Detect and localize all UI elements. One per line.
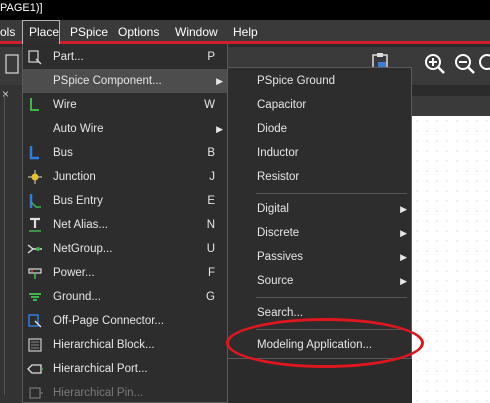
wire-icon — [30, 98, 39, 111]
submenu-item-passives[interactable]: Passives ▶ — [228, 245, 411, 269]
zoom-out-icon[interactable] — [454, 53, 476, 75]
menu-window[interactable]: Window — [175, 20, 218, 44]
bus-icon — [29, 146, 39, 160]
hierarchical-pin-icon — [29, 387, 43, 399]
menu-item-hierarchical-port[interactable]: Hierarchical Port... — [23, 357, 227, 381]
place-menu: Part... P PSpice Component... ▶ Wire W A… — [22, 44, 228, 403]
menu-item-net-alias[interactable]: Net Alias... N — [23, 213, 227, 237]
part-icon — [28, 50, 42, 65]
menu-item-ground[interactable]: Ground... G — [23, 285, 227, 309]
menu-separator — [256, 193, 407, 194]
menu-item-hierarchical-block[interactable]: Hierarchical Block... — [23, 333, 227, 357]
menu-item-auto-wire[interactable]: Auto Wire ▶ — [23, 117, 227, 141]
submenu-arrow-icon: ▶ — [400, 204, 407, 214]
menu-item-bus-entry[interactable]: Bus Entry E — [23, 189, 227, 213]
power-icon — [28, 268, 42, 279]
menu-place[interactable]: Place — [22, 20, 60, 44]
menu-item-part[interactable]: Part... P — [23, 45, 227, 69]
pspice-component-submenu: PSpice Ground Capacitor Diode Inductor R… — [227, 67, 412, 359]
submenu-item-diode[interactable]: Diode — [228, 117, 411, 141]
bus-entry-icon — [29, 194, 41, 208]
menu-tools[interactable]: ols — [0, 20, 18, 44]
title-bar: PAGE1)] — [0, 0, 490, 20]
menu-separator — [256, 329, 407, 330]
submenu-item-inductor[interactable]: Inductor — [228, 141, 411, 165]
menu-bar: ols Place PSpice Options Window Help — [0, 20, 490, 44]
submenu-item-resistor[interactable]: Resistor — [228, 165, 411, 189]
menu-item-hierarchical-pin: Hierarchical Pin... — [23, 381, 227, 403]
menu-help[interactable]: Help — [233, 20, 258, 44]
submenu-arrow-icon: ▶ — [400, 276, 407, 286]
panel-tree[interactable] — [4, 95, 20, 395]
junction-icon — [28, 170, 42, 184]
canvas-header — [412, 96, 490, 116]
netgroup-icon — [27, 244, 42, 254]
menu-item-wire[interactable]: Wire W — [23, 93, 227, 117]
hierarchical-port-icon — [27, 364, 43, 374]
submenu-item-digital[interactable]: Digital ▶ — [228, 197, 411, 221]
hierarchical-block-icon — [28, 338, 42, 352]
net-alias-icon — [29, 217, 41, 232]
menu-item-junction[interactable]: Junction J — [23, 165, 227, 189]
submenu-item-modeling-application[interactable]: Modeling Application... — [228, 333, 411, 357]
page-icon[interactable] — [4, 53, 20, 75]
off-page-connector-icon — [28, 314, 42, 328]
submenu-item-source[interactable]: Source ▶ — [228, 269, 411, 293]
submenu-arrow-icon: ▶ — [400, 252, 407, 262]
submenu-arrow-icon: ▶ — [216, 124, 223, 134]
menu-item-bus[interactable]: Bus B — [23, 141, 227, 165]
menu-item-off-page-connector[interactable]: Off-Page Connector... — [23, 309, 227, 333]
menu-separator — [256, 297, 407, 298]
submenu-arrow-icon: ▶ — [216, 76, 223, 86]
menu-options[interactable]: Options — [118, 20, 159, 44]
submenu-item-search[interactable]: Search... — [228, 301, 411, 325]
submenu-arrow-icon: ▶ — [400, 228, 407, 238]
menu-item-power[interactable]: Power... F — [23, 261, 227, 285]
menu-item-netgroup[interactable]: NetGroup... U — [23, 237, 227, 261]
schematic-canvas[interactable] — [412, 116, 490, 403]
zoom-in-icon[interactable] — [424, 53, 446, 75]
zoom-fit-icon[interactable] — [478, 53, 490, 75]
submenu-item-pspice-ground[interactable]: PSpice Ground — [228, 69, 411, 93]
ground-icon — [29, 293, 41, 301]
menu-item-pspice-component[interactable]: PSpice Component... ▶ — [23, 69, 227, 93]
window-title: PAGE1)] — [0, 2, 43, 14]
submenu-item-capacitor[interactable]: Capacitor — [228, 93, 411, 117]
submenu-item-discrete[interactable]: Discrete ▶ — [228, 221, 411, 245]
menu-pspice[interactable]: PSpice — [70, 20, 108, 44]
